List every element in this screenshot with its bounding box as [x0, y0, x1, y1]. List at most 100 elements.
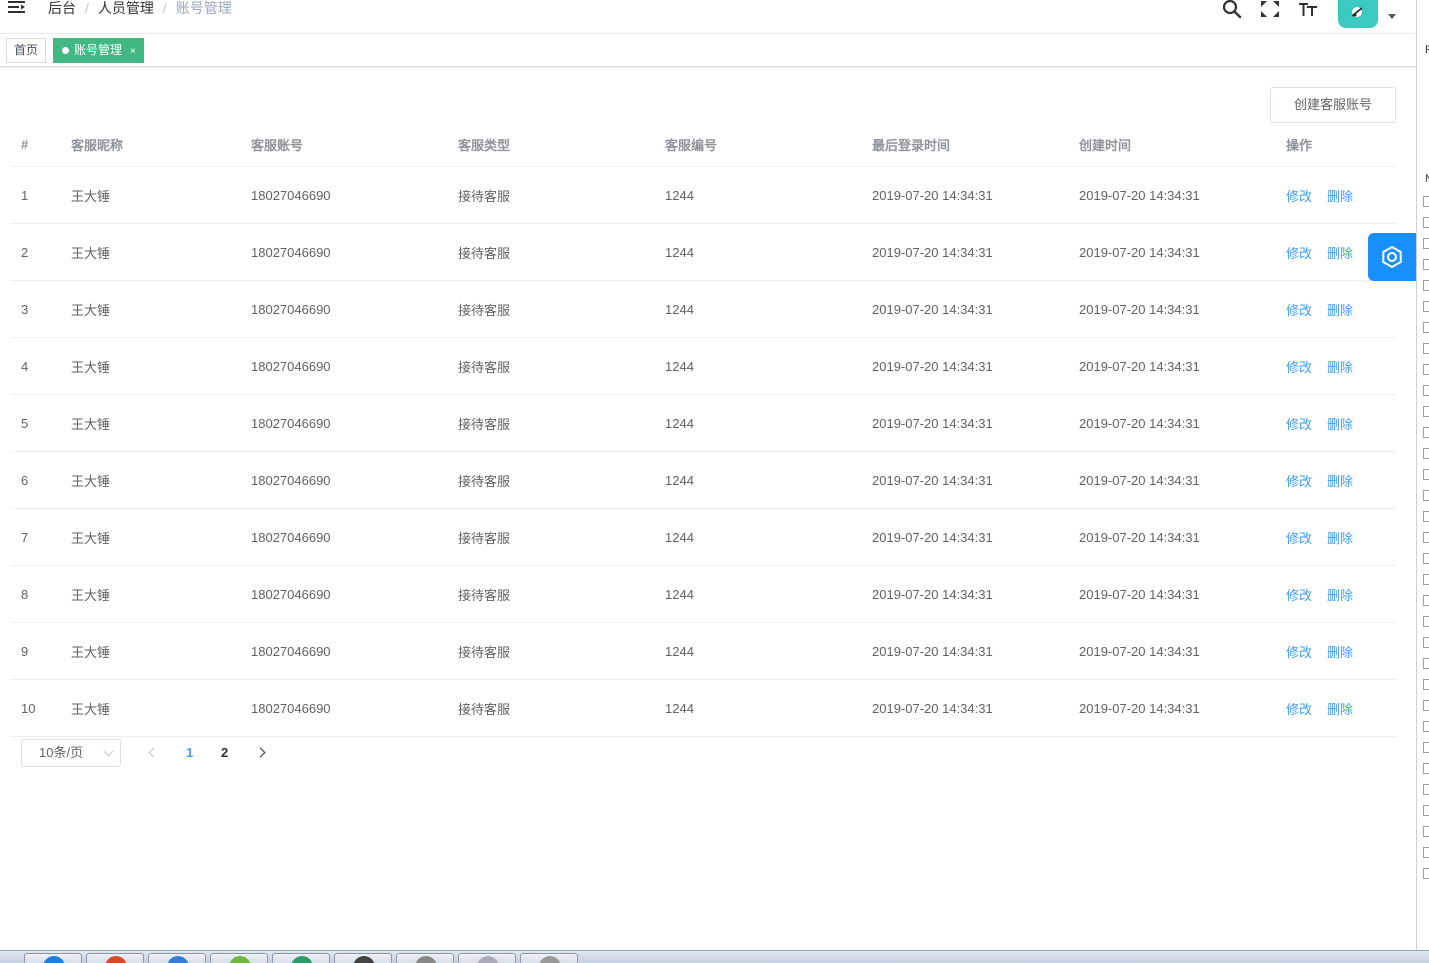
table-row: 10 王大锤 18027046690 接待客服 1244 2019-07-20 14:34…	[11, 680, 1396, 737]
delete-link[interactable]: 删除	[1327, 414, 1353, 433]
checkbox[interactable]	[1423, 805, 1429, 816]
actions-cell: 修改 删除	[1286, 395, 1353, 451]
fullscreen-icon[interactable]	[1260, 0, 1280, 20]
checkbox[interactable]	[1423, 784, 1429, 795]
actions-cell: 修改 删除	[1286, 680, 1353, 736]
edit-link[interactable]: 修改	[1286, 585, 1312, 604]
create-account-button[interactable]: 创建客服账号	[1270, 87, 1396, 123]
edit-link[interactable]: 修改	[1286, 186, 1312, 205]
taskbar-app-icon[interactable]	[24, 953, 82, 963]
checkbox[interactable]	[1423, 847, 1429, 858]
delete-link[interactable]: 删除	[1327, 300, 1353, 319]
checkbox[interactable]	[1423, 385, 1429, 396]
edit-link[interactable]: 修改	[1286, 528, 1312, 547]
checkbox[interactable]	[1423, 448, 1429, 459]
taskbar-app-icon[interactable]	[334, 953, 392, 963]
edit-link[interactable]: 修改	[1286, 357, 1312, 376]
nickname-cell: 王大锤	[71, 701, 111, 717]
type-cell: 接待客服	[458, 701, 511, 717]
menu-fold-icon[interactable]	[8, 0, 26, 16]
edit-link[interactable]: 修改	[1286, 243, 1312, 262]
checkbox[interactable]	[1423, 322, 1429, 333]
checkbox[interactable]	[1423, 637, 1429, 648]
caret-down-icon[interactable]	[1388, 14, 1396, 19]
last-login-cell: 2019-07-20 14:34:31	[872, 472, 993, 488]
code-cell: 1244	[665, 472, 694, 488]
checkbox[interactable]	[1423, 616, 1429, 627]
delete-link[interactable]: 删除	[1327, 243, 1353, 262]
last-login-cell: 2019-07-20 14:34:31	[872, 529, 993, 545]
checkbox[interactable]	[1423, 469, 1429, 480]
close-icon[interactable]: ×	[130, 46, 136, 57]
settings-button[interactable]	[1368, 233, 1416, 281]
checkbox[interactable]	[1423, 763, 1429, 774]
taskbar-app-icon[interactable]	[396, 953, 454, 963]
tag-home[interactable]: 首页	[6, 38, 47, 63]
taskbar-app-icon[interactable]	[458, 953, 516, 963]
taskbar-app-icon[interactable]	[520, 953, 578, 963]
checkbox[interactable]	[1423, 742, 1429, 753]
checkbox[interactable]	[1423, 553, 1429, 564]
code-cell: 1244	[665, 187, 694, 203]
checkbox[interactable]	[1423, 511, 1429, 522]
taskbar-app-icon[interactable]	[148, 953, 206, 963]
nickname-cell: 王大锤	[71, 587, 111, 603]
last-login-cell: 2019-07-20 14:34:31	[872, 700, 993, 716]
account-cell: 18027046690	[251, 529, 331, 545]
checkbox[interactable]	[1423, 700, 1429, 711]
page-size-value: 10条/页	[39, 745, 84, 760]
checkbox[interactable]	[1423, 679, 1429, 690]
delete-link[interactable]: 删除	[1327, 642, 1353, 661]
checkbox[interactable]	[1423, 343, 1429, 354]
search-icon[interactable]	[1222, 0, 1242, 20]
checkbox[interactable]	[1423, 721, 1429, 732]
next-page-icon[interactable]	[255, 747, 266, 758]
row-index: 5	[21, 415, 29, 431]
breadcrumb-item[interactable]: 后台	[48, 0, 76, 18]
edit-link[interactable]: 修改	[1286, 699, 1312, 718]
checkbox[interactable]	[1423, 217, 1429, 228]
checkbox[interactable]	[1423, 301, 1429, 312]
checkbox[interactable]	[1423, 532, 1429, 543]
checkbox[interactable]	[1423, 574, 1429, 585]
nickname-cell: 王大锤	[71, 359, 111, 375]
checkbox[interactable]	[1423, 364, 1429, 375]
checkbox[interactable]	[1423, 826, 1429, 837]
font-size-icon[interactable]	[1298, 0, 1318, 20]
checkbox[interactable]	[1423, 427, 1429, 438]
page-number[interactable]: 2	[221, 739, 228, 767]
checkbox[interactable]	[1423, 406, 1429, 417]
taskbar-app-icon[interactable]	[210, 953, 268, 963]
tag-account-management[interactable]: 账号管理 ×	[53, 38, 144, 63]
checkbox[interactable]	[1423, 868, 1429, 879]
edit-link[interactable]: 修改	[1286, 642, 1312, 661]
delete-link[interactable]: 删除	[1327, 585, 1353, 604]
type-cell: 接待客服	[458, 644, 511, 660]
checkbox[interactable]	[1423, 658, 1429, 669]
edit-link[interactable]: 修改	[1286, 414, 1312, 433]
delete-link[interactable]: 删除	[1327, 528, 1353, 547]
page-number[interactable]: 1	[186, 739, 193, 767]
table-row: 4 王大锤 18027046690 接待客服 1244 2019-07-20 14:34:…	[11, 338, 1396, 395]
breadcrumb-item[interactable]: 人员管理	[98, 0, 154, 18]
taskbar-app-icon[interactable]	[86, 953, 144, 963]
table-row: 6 王大锤 18027046690 接待客服 1244 2019-07-20 14:34:…	[11, 452, 1396, 509]
checkbox[interactable]	[1423, 280, 1429, 291]
edit-link[interactable]: 修改	[1286, 471, 1312, 490]
delete-link[interactable]: 删除	[1327, 186, 1353, 205]
taskbar-app-icon[interactable]	[272, 953, 330, 963]
actions-cell: 修改 删除	[1286, 452, 1353, 508]
avatar[interactable]	[1338, 0, 1378, 28]
checkbox[interactable]	[1423, 490, 1429, 501]
delete-link[interactable]: 删除	[1327, 357, 1353, 376]
table-row: 1 王大锤 18027046690 接待客服 1244 2019-07-20 14:34:…	[11, 167, 1396, 224]
edit-link[interactable]: 修改	[1286, 300, 1312, 319]
page-size-select[interactable]: 10条/页	[21, 739, 121, 767]
checkbox[interactable]	[1423, 595, 1429, 606]
checkbox[interactable]	[1423, 196, 1429, 207]
prev-page-icon[interactable]	[148, 747, 159, 758]
checkbox[interactable]	[1423, 259, 1429, 270]
checkbox[interactable]	[1423, 238, 1429, 249]
delete-link[interactable]: 删除	[1327, 699, 1353, 718]
delete-link[interactable]: 删除	[1327, 471, 1353, 490]
